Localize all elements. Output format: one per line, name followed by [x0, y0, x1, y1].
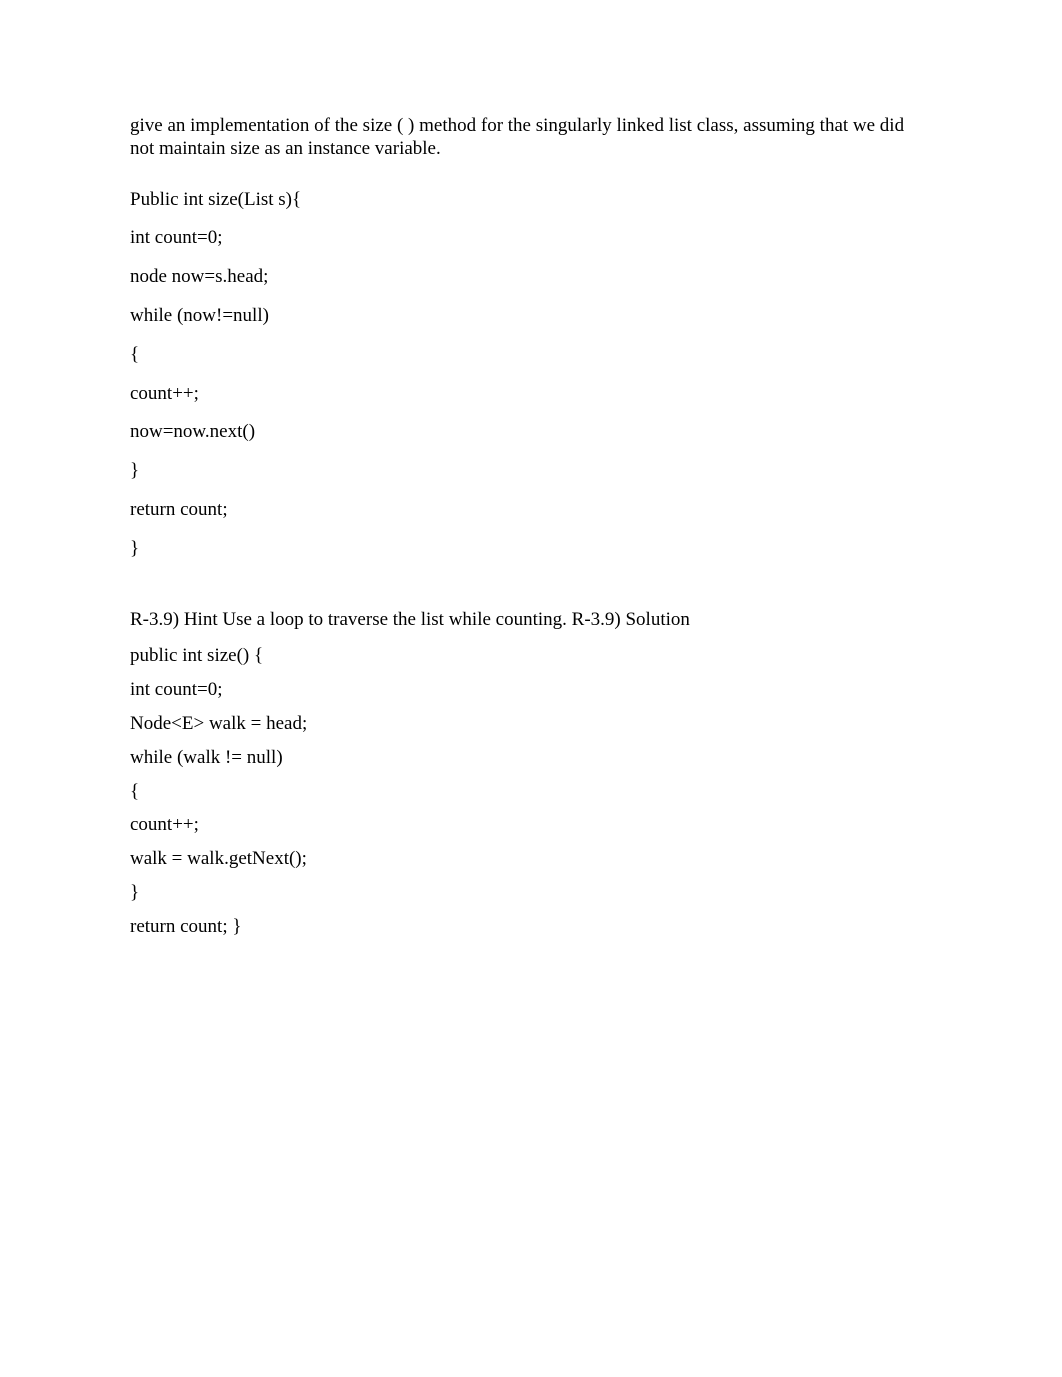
code-block-solution: public int size() { int count=0; Node<E>… — [130, 645, 932, 938]
code-line: Public int size(List s){ — [130, 189, 932, 212]
code-block-attempt: Public int size(List s){ int count=0; no… — [130, 189, 932, 561]
code-line: int count=0; — [130, 227, 932, 250]
code-line: } — [130, 882, 932, 905]
hint-solution-heading: R-3.9) Hint Use a loop to traverse the l… — [130, 609, 932, 632]
code-line: walk = walk.getNext(); — [130, 848, 932, 871]
code-line: count++; — [130, 383, 932, 406]
code-line: int count=0; — [130, 679, 932, 702]
intro-paragraph: give an implementation of the size ( ) m… — [130, 115, 932, 161]
code-line: while (walk != null) — [130, 747, 932, 770]
code-line: while (now!=null) — [130, 305, 932, 328]
code-line: now=now.next() — [130, 421, 932, 444]
code-line: { — [130, 344, 932, 367]
code-line: count++; — [130, 814, 932, 837]
code-line: return count; — [130, 499, 932, 522]
code-line: return count; } — [130, 916, 932, 939]
code-line: public int size() { — [130, 645, 932, 668]
code-line: Node<E> walk = head; — [130, 713, 932, 736]
code-line: } — [130, 460, 932, 483]
code-line: node now=s.head; — [130, 266, 932, 289]
code-line: { — [130, 781, 932, 804]
code-line: } — [130, 538, 932, 561]
